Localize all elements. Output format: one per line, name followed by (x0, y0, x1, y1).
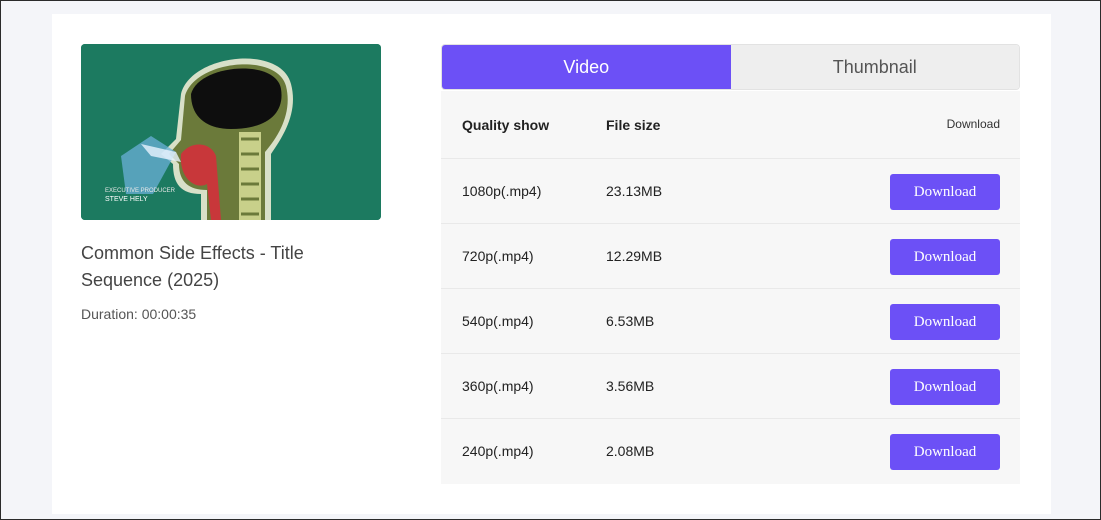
video-duration: Duration: 00:00:35 (81, 306, 196, 322)
result-card: EXECUTIVE PRODUCER STEVE HELY Common Sid… (52, 14, 1051, 514)
video-title: Common Side Effects - Title Sequence (20… (81, 243, 304, 290)
table-row: 540p(.mp4) 6.53MB Download (441, 289, 1020, 354)
download-button-1080p[interactable]: Download (890, 174, 1000, 210)
row-file-size: 23.13MB (606, 183, 663, 199)
header-download: Download (946, 117, 1000, 131)
row-quality: 540p(.mp4) (462, 313, 534, 329)
thumbnail-illustration: EXECUTIVE PRODUCER STEVE HELY (81, 44, 381, 220)
table-header: Quality show File size Download (441, 91, 1020, 159)
download-button-540p[interactable]: Download (890, 304, 1000, 340)
row-file-size: 2.08MB (606, 443, 655, 459)
thumbnail-caption-1: EXECUTIVE PRODUCER (105, 188, 176, 194)
row-quality: 1080p(.mp4) (462, 183, 542, 199)
header-file-size: File size (606, 117, 661, 133)
header-quality: Quality show (462, 117, 550, 133)
page-frame: EXECUTIVE PRODUCER STEVE HELY Common Sid… (0, 0, 1101, 520)
table-row: 240p(.mp4) 2.08MB Download (441, 419, 1020, 484)
row-quality: 720p(.mp4) (462, 248, 534, 264)
row-file-size: 6.53MB (606, 313, 655, 329)
download-button-360p[interactable]: Download (890, 369, 1000, 405)
tab-thumbnail[interactable]: Thumbnail (730, 45, 1019, 89)
row-quality: 240p(.mp4) (462, 443, 534, 459)
format-tabs: Video Thumbnail (441, 44, 1020, 90)
duration-value: 00:00:35 (141, 306, 197, 322)
row-file-size: 3.56MB (606, 378, 655, 394)
video-thumbnail: EXECUTIVE PRODUCER STEVE HELY (81, 44, 381, 220)
table-row: 1080p(.mp4) 23.13MB Download (441, 159, 1020, 224)
table-row: 720p(.mp4) 12.29MB Download (441, 224, 1020, 289)
row-file-size: 12.29MB (606, 248, 663, 264)
table-row: 360p(.mp4) 3.56MB Download (441, 354, 1020, 419)
download-button-720p[interactable]: Download (890, 239, 1000, 275)
tab-video[interactable]: Video (442, 45, 731, 89)
duration-label: Duration: (81, 306, 138, 322)
thumbnail-caption-2: STEVE HELY (105, 196, 148, 203)
download-button-240p[interactable]: Download (890, 434, 1000, 470)
row-quality: 360p(.mp4) (462, 378, 534, 394)
download-table: Quality show File size Download 1080p(.m… (441, 91, 1020, 484)
